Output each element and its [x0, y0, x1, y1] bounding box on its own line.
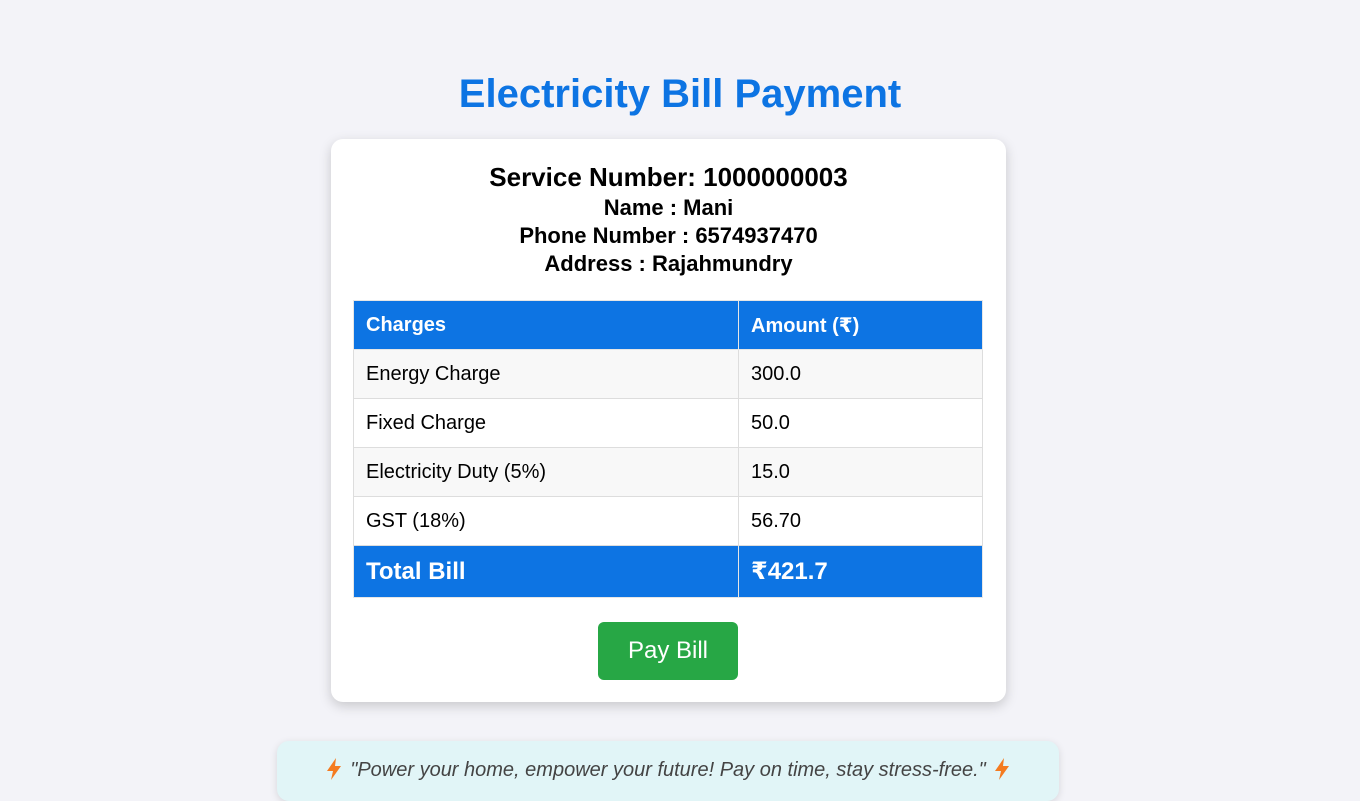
charge-name: Electricity Duty (5%) [353, 447, 739, 497]
quote-text: "Power your home, empower your future! P… [350, 759, 986, 781]
charge-name: Energy Charge [353, 349, 739, 399]
charge-amount: 300.0 [738, 349, 983, 399]
column-header-amount: Amount (₹) [738, 300, 983, 350]
table-row: Fixed Charge 50.0 [353, 398, 983, 448]
total-label: Total Bill [353, 545, 739, 598]
charge-amount: 56.70 [738, 496, 983, 546]
column-header-charges: Charges [353, 300, 739, 350]
pay-bill-button[interactable]: Pay Bill [598, 622, 738, 680]
bill-card: Service Number: 1000000003 Name : Mani P… [331, 139, 1006, 702]
charges-table: Charges Amount (₹) Energy Charge 300.0 F… [353, 300, 983, 598]
table-row: Electricity Duty (5%) 15.0 [353, 447, 983, 497]
table-row: GST (18%) 56.70 [353, 496, 983, 546]
page-title: Electricity Bill Payment [458, 72, 902, 116]
service-number: Service Number: 1000000003 [489, 162, 848, 192]
lightning-bolt-icon [994, 757, 1009, 780]
quote-banner: "Power your home, empower your future! P… [277, 741, 1059, 801]
lightning-bolt-icon [327, 757, 342, 780]
total-row: Total Bill ₹421.7 [353, 545, 983, 598]
charge-amount: 15.0 [738, 447, 983, 497]
customer-phone: Phone Number : 6574937470 [519, 223, 818, 248]
charge-name: GST (18%) [353, 496, 739, 546]
table-row: Energy Charge 300.0 [353, 349, 983, 399]
customer-address: Address : Rajahmundry [544, 251, 793, 276]
quote-content: "Power your home, empower your future! P… [277, 757, 1059, 782]
customer-name: Name : Mani [603, 195, 734, 220]
total-amount: ₹421.7 [738, 545, 983, 598]
table-header-row: Charges Amount (₹) [353, 300, 983, 350]
charge-name: Fixed Charge [353, 398, 739, 448]
charge-amount: 50.0 [738, 398, 983, 448]
